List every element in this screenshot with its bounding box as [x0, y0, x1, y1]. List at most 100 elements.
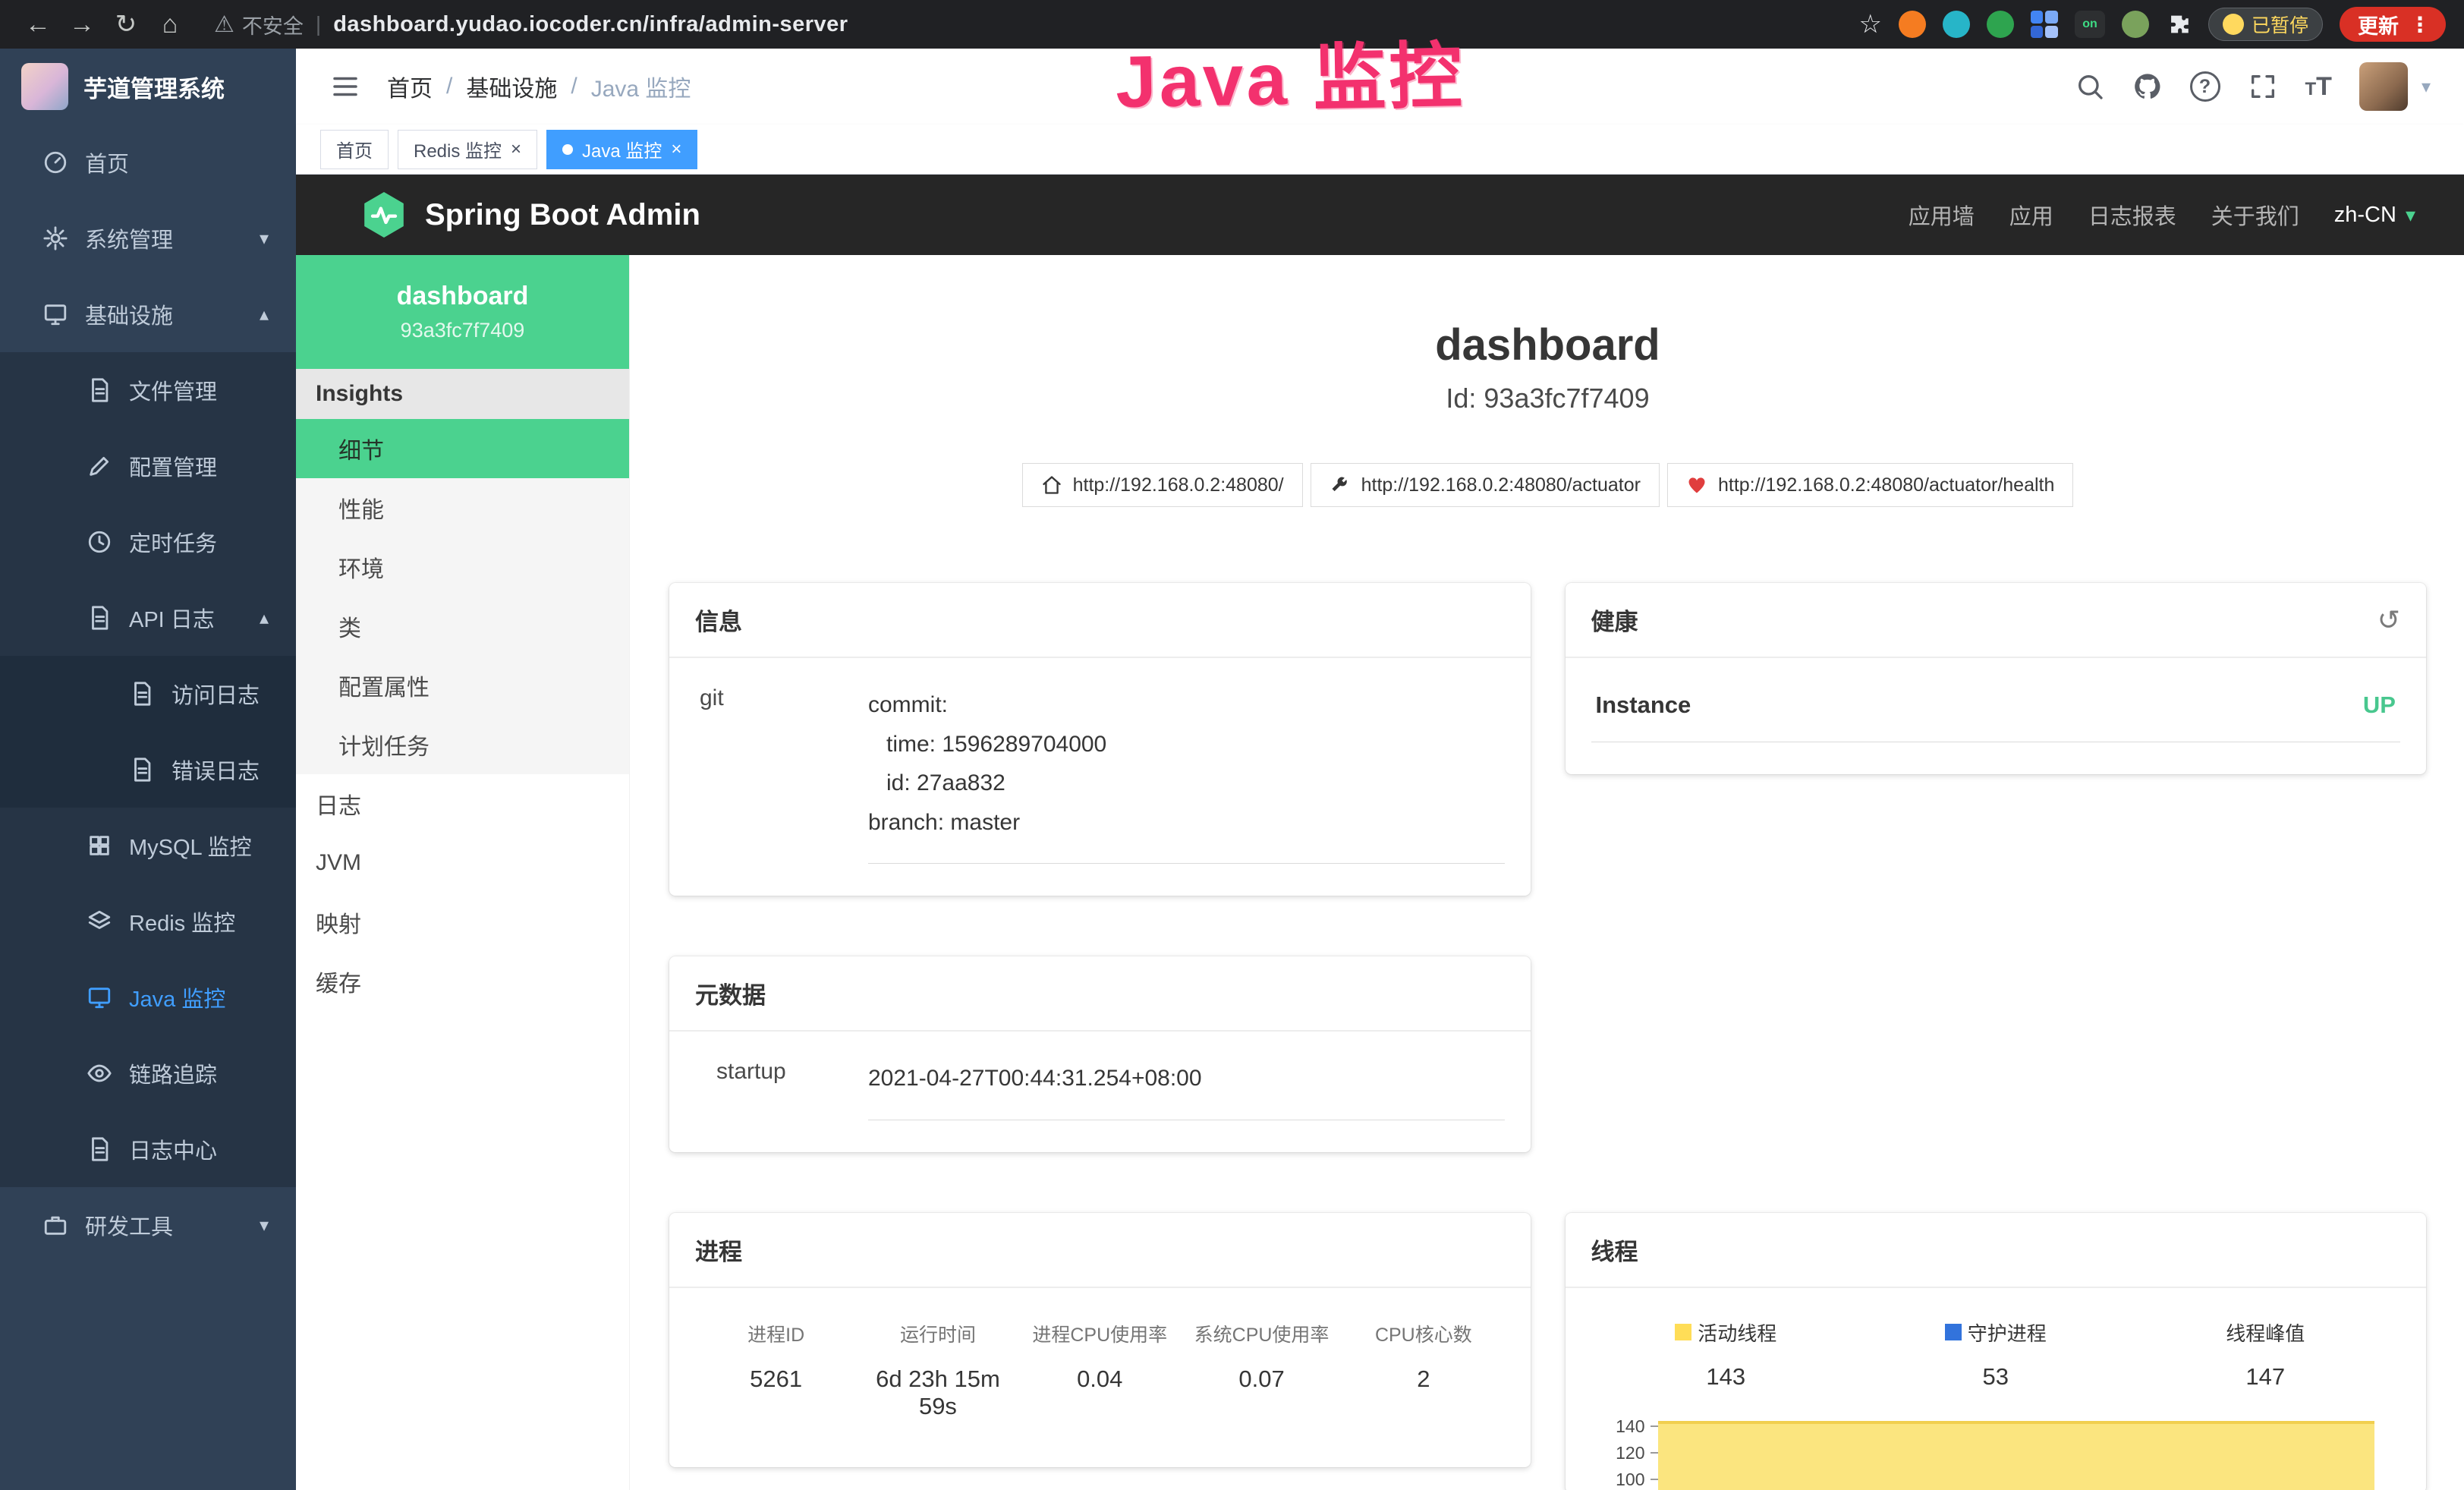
sba-menu-classes[interactable]: 类: [296, 597, 629, 656]
health-url-link[interactable]: http://192.168.0.2:48080/actuator/health: [1667, 463, 2073, 507]
bookmark-star-icon[interactable]: ☆: [1859, 9, 1882, 39]
metadata-row-startup: startup 2021-04-27T00:44:31.254+08:00: [695, 1059, 1505, 1120]
sba-menu-metrics[interactable]: 性能: [296, 478, 629, 537]
extensions-puzzle-icon[interactable]: [2166, 11, 2192, 37]
sba-nav-applications[interactable]: 应用: [2009, 199, 2053, 231]
legend-active-threads: 活动线程 143: [1591, 1318, 1861, 1391]
tabs-bar: 首页 Redis 监控 × Java 监控 ×: [296, 124, 2464, 175]
chevron-down-icon: ▾: [260, 228, 269, 250]
info-card: 信息 git commit: time: 1596289704000 id: 2…: [669, 583, 1531, 896]
instance-name: dashboard: [397, 282, 529, 311]
security-warning[interactable]: ⚠ 不安全: [214, 10, 304, 39]
sba-brand[interactable]: Spring Boot Admin: [361, 192, 700, 238]
sidebar-item-tracing[interactable]: 链路追踪: [0, 1035, 296, 1111]
sidebar-item-redis-monitor[interactable]: Redis 监控: [0, 884, 296, 959]
update-button-label: 更新: [2358, 10, 2399, 39]
sidebar-item-access-logs[interactable]: 访问日志: [0, 656, 296, 732]
sba-menu-scheduled-tasks[interactable]: 计划任务: [296, 715, 629, 774]
sba-nav-journal[interactable]: 日志报表: [2088, 199, 2176, 231]
sidebar-item-mysql-monitor[interactable]: MySQL 监控: [0, 808, 296, 884]
paused-badge[interactable]: 已暂停: [2208, 8, 2323, 41]
extension-icon-teal-drop[interactable]: [1943, 11, 1970, 38]
layers-icon: [87, 909, 112, 934]
address-bar[interactable]: ⚠ 不安全 | dashboard.yudao.iocoder.cn/infra…: [214, 10, 1855, 39]
threads-chart-plot: [1658, 1413, 2375, 1490]
search-icon[interactable]: [2075, 71, 2105, 102]
app-logo[interactable]: 芋道管理系统: [0, 49, 296, 124]
sba-menu-config-props[interactable]: 配置属性: [296, 656, 629, 715]
browser-refresh-button[interactable]: ↻: [106, 9, 146, 39]
paused-badge-label: 已暂停: [2252, 11, 2308, 38]
actuator-url-link[interactable]: http://192.168.0.2:48080/actuator: [1311, 463, 1660, 507]
sidebar-item-config-management[interactable]: 配置管理: [0, 428, 296, 504]
sidebar-item-api-logs[interactable]: API 日志 ▴: [0, 580, 296, 656]
breadcrumb-home[interactable]: 首页: [387, 70, 433, 103]
sba-logo-icon: [361, 192, 407, 238]
sba-instance-header[interactable]: dashboard 93a3fc7f7409: [296, 255, 629, 369]
hamburger-menu-icon[interactable]: [329, 71, 361, 102]
tab-redis-monitor[interactable]: Redis 监控 ×: [398, 130, 537, 169]
browser-extensions-area: ☆ on 已暂停 更新 ⋮: [1859, 7, 2447, 42]
page-title: dashboard: [669, 320, 2426, 370]
extension-icon-blue-grid[interactable]: [2031, 11, 2058, 38]
sba-menu-mappings[interactable]: 映射: [296, 893, 629, 952]
sidebar-item-error-logs[interactable]: 错误日志: [0, 732, 296, 808]
clock-icon: [87, 529, 112, 555]
document-icon: [129, 757, 155, 783]
instance-links: http://192.168.0.2:48080/ http://192.168…: [669, 463, 2426, 507]
pencil-icon: [87, 453, 112, 479]
user-avatar[interactable]: [2359, 62, 2408, 111]
browser-home-button[interactable]: ⌂: [150, 10, 190, 39]
health-instance-row[interactable]: Instance UP: [1591, 685, 2401, 742]
service-url-link[interactable]: http://192.168.0.2:48080/: [1022, 463, 1303, 507]
avatar-caret-icon[interactable]: ▾: [2422, 76, 2431, 98]
sba-menu-environment[interactable]: 环境: [296, 537, 629, 597]
fullscreen-icon[interactable]: [2248, 71, 2278, 102]
sba-menu-jvm[interactable]: JVM: [296, 833, 629, 893]
eye-icon: [87, 1060, 112, 1086]
sba-menu-caches[interactable]: 缓存: [296, 952, 629, 1011]
browser-menu-icon[interactable]: ⋮: [2409, 12, 2431, 37]
sidebar-item-scheduled-jobs[interactable]: 定时任务: [0, 504, 296, 580]
sidebar-item-infrastructure[interactable]: 基础设施 ▴: [0, 276, 296, 352]
breadcrumb-section[interactable]: 基础设施: [466, 70, 557, 103]
process-stats: 进程ID 5261 运行时间 6d 23h 15m 59s 进程CPU使用率 0…: [695, 1315, 1505, 1435]
legend-peak-threads: 线程峰值 147: [2131, 1318, 2401, 1391]
smiley-icon: [2223, 14, 2244, 35]
chevron-down-icon: ▾: [2406, 203, 2415, 227]
url-text[interactable]: dashboard.yudao.iocoder.cn/infra/admin-s…: [333, 12, 848, 37]
sba-menu-logs[interactable]: 日志: [296, 774, 629, 833]
tab-java-monitor[interactable]: Java 监控 ×: [546, 130, 697, 169]
health-card-title: 健康: [1591, 603, 1638, 637]
app-header: 首页 / 基础设施 / Java 监控 ? TT ▾: [296, 49, 2464, 124]
sidebar-item-log-center[interactable]: 日志中心: [0, 1111, 296, 1187]
sidebar-item-java-monitor[interactable]: Java 监控: [0, 959, 296, 1035]
breadcrumb-current: Java 监控: [591, 70, 691, 103]
font-size-icon[interactable]: TT: [2305, 72, 2332, 102]
browser-toolbar: ← → ↻ ⌂ ⚠ 不安全 | dashboard.yudao.iocoder.…: [0, 0, 2464, 49]
help-icon[interactable]: ?: [2190, 71, 2220, 102]
sba-menu-details[interactable]: 细节: [296, 419, 629, 478]
locale-selector[interactable]: zh-CN ▾: [2334, 203, 2415, 228]
sidebar-item-system-management[interactable]: 系统管理 ▾: [0, 200, 296, 276]
sidebar-item-file-management[interactable]: 文件管理: [0, 352, 296, 428]
extension-icon-leaf[interactable]: [2122, 11, 2149, 38]
browser-forward-button[interactable]: →: [62, 10, 102, 39]
browser-back-button[interactable]: ←: [18, 10, 58, 39]
extension-icon-switch-on[interactable]: on: [2075, 11, 2105, 38]
github-icon[interactable]: [2132, 71, 2163, 102]
page-subtitle: Id: 93a3fc7f7409: [669, 383, 2426, 414]
close-icon[interactable]: ×: [671, 140, 681, 159]
extension-icon-green-circle[interactable]: [1987, 11, 2014, 38]
history-icon[interactable]: ↺: [2377, 604, 2400, 636]
sba-nav-wallboard[interactable]: 应用墙: [1909, 199, 1975, 231]
chevron-up-icon: ▴: [260, 607, 269, 629]
extension-icon-orange[interactable]: [1899, 11, 1926, 38]
sidebar-item-home[interactable]: 首页: [0, 124, 296, 200]
close-icon[interactable]: ×: [511, 140, 521, 159]
tab-home[interactable]: 首页: [320, 130, 389, 169]
document-icon: [87, 605, 112, 631]
sba-nav-about[interactable]: 关于我们: [2211, 199, 2299, 231]
browser-update-button[interactable]: 更新 ⋮: [2340, 7, 2446, 42]
sidebar-item-dev-tools[interactable]: 研发工具 ▾: [0, 1187, 296, 1263]
